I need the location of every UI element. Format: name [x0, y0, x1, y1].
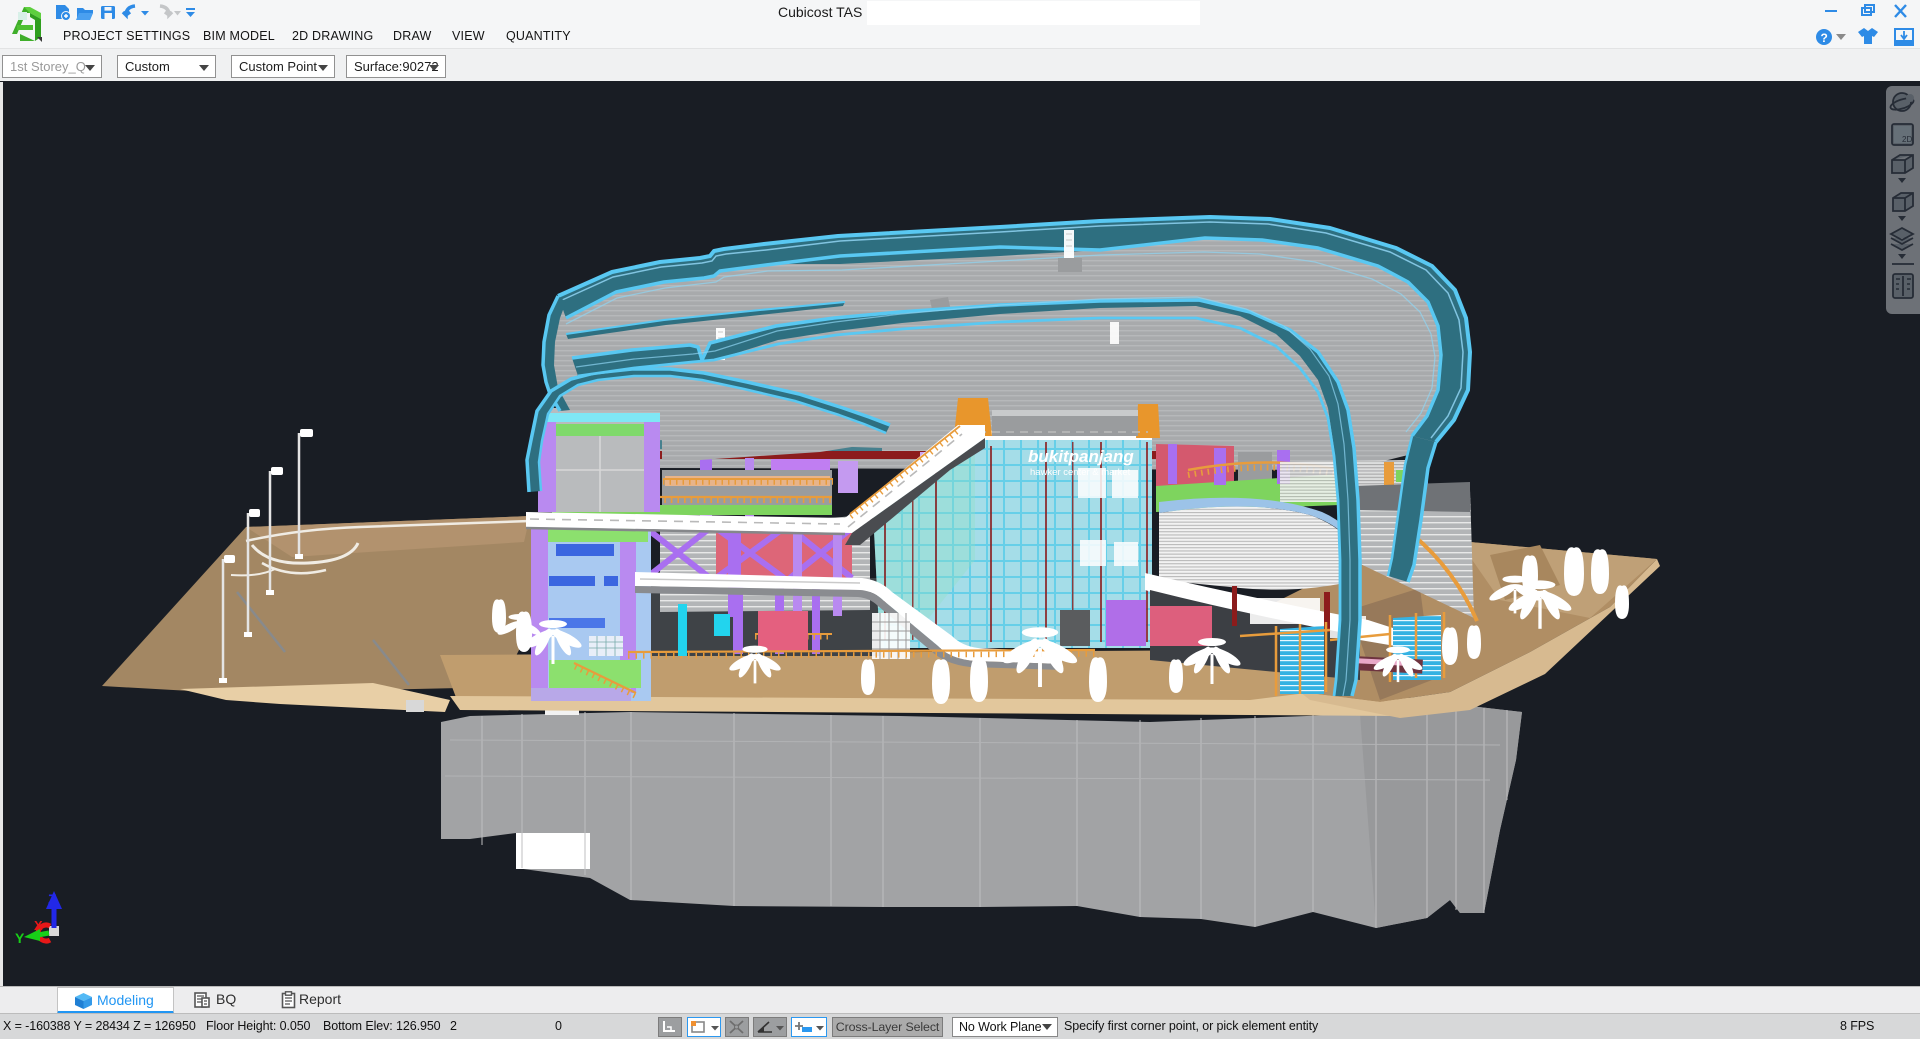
svg-text:hawker center & market: hawker center & market — [1030, 467, 1131, 478]
svg-text:bukitpanjang: bukitpanjang — [1028, 447, 1134, 466]
svg-text:?: ? — [1821, 31, 1828, 45]
svg-text:Z: Z — [48, 891, 57, 907]
svg-text:2D: 2D — [1902, 135, 1912, 144]
svg-text:Y: Y — [15, 930, 25, 946]
